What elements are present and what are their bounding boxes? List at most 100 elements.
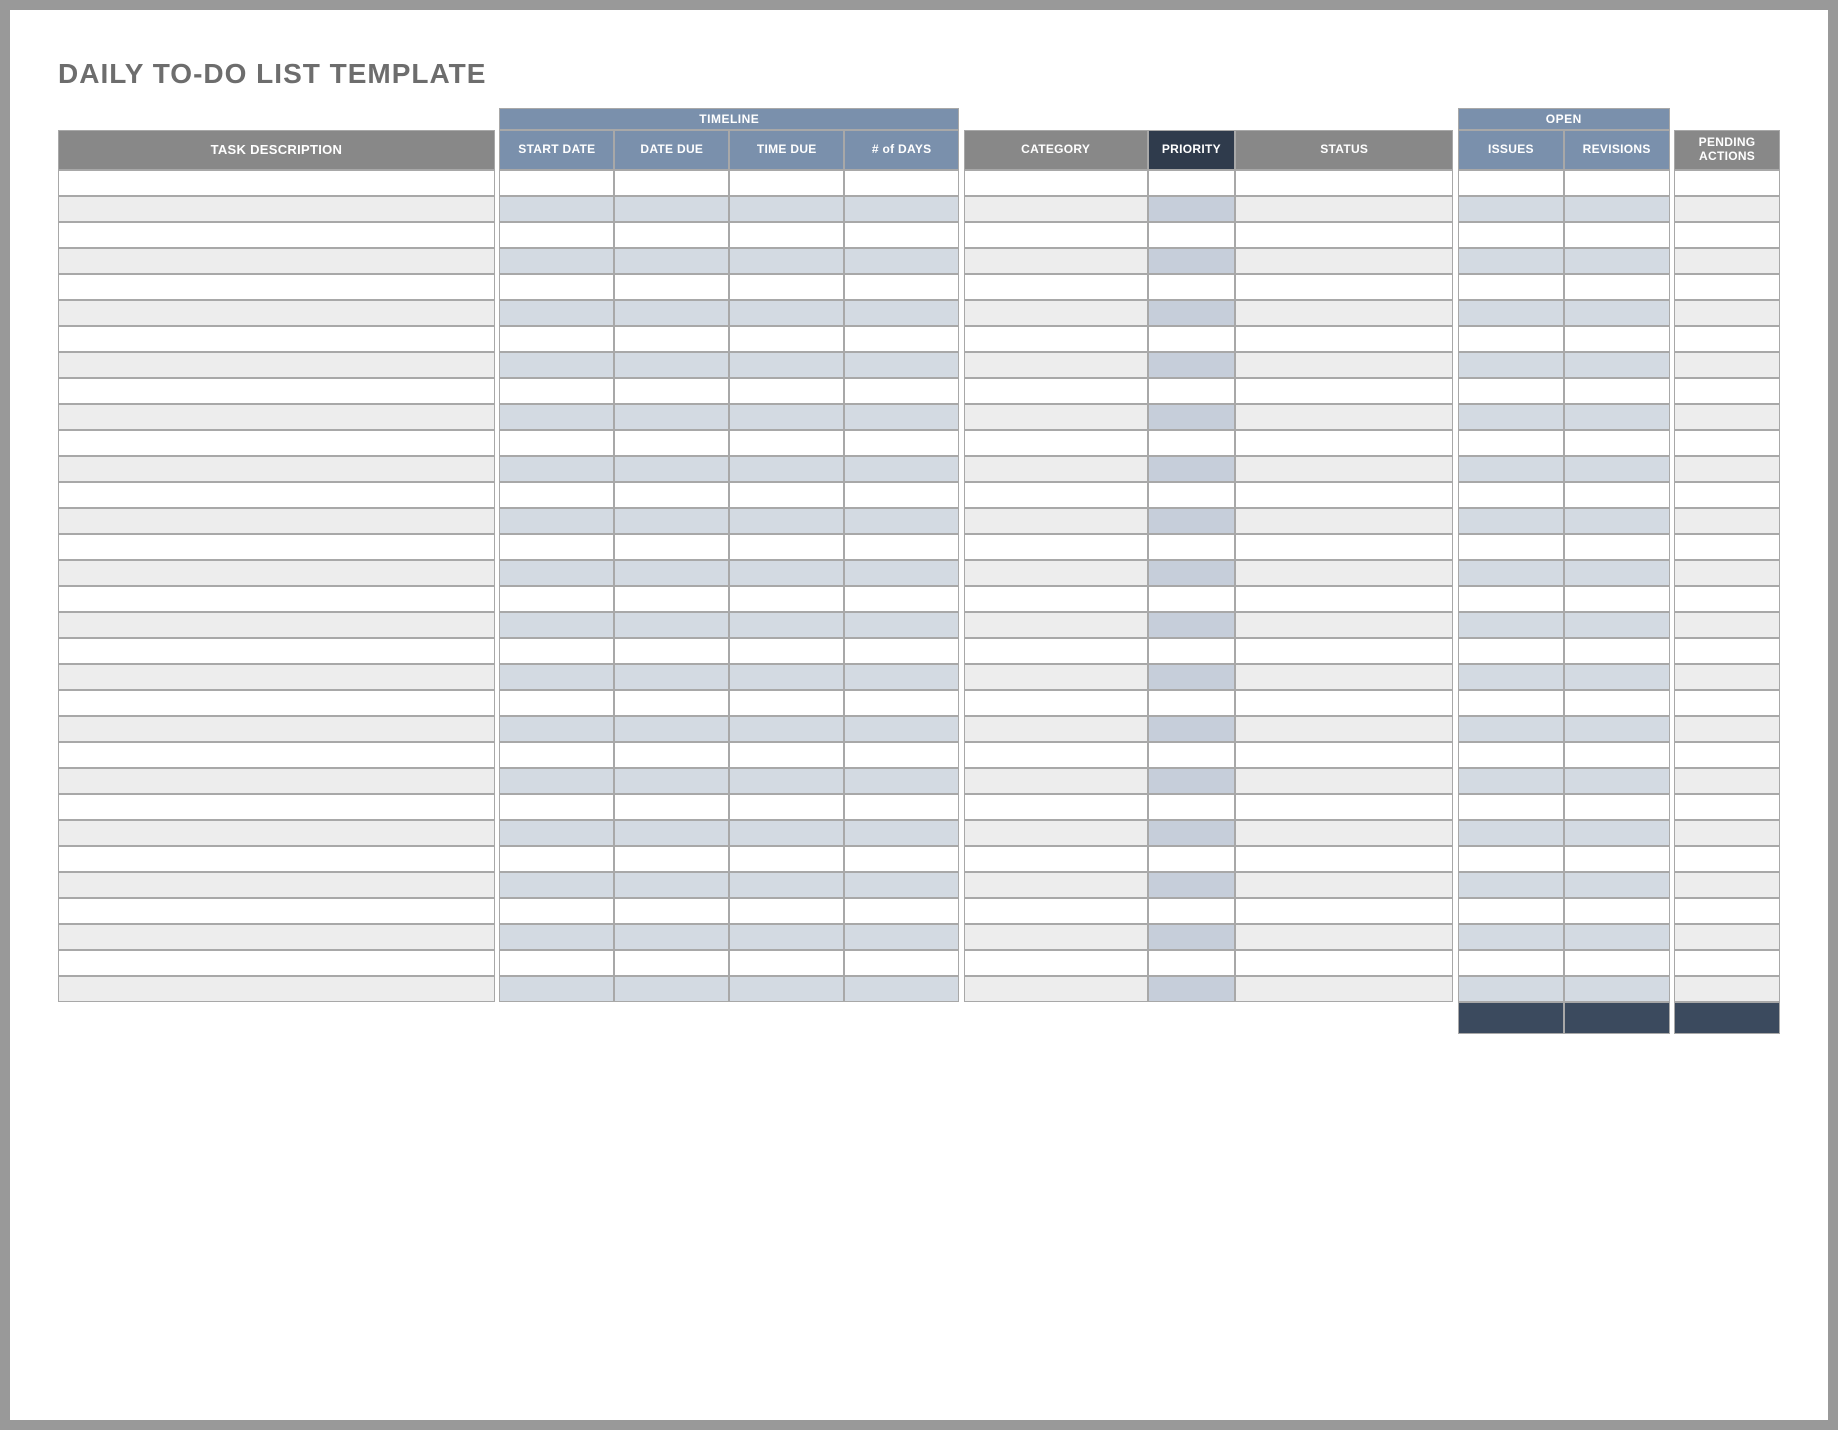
cell-status[interactable] [1235,742,1453,768]
cell-start-date[interactable] [499,222,614,248]
cell-category[interactable] [964,924,1148,950]
cell-revisions[interactable] [1564,534,1670,560]
cell-task-description[interactable] [58,924,495,950]
cell-revisions[interactable] [1564,404,1670,430]
cell-task-description[interactable] [58,586,495,612]
cell-category[interactable] [964,612,1148,638]
cell-num-days[interactable] [844,586,959,612]
cell-start-date[interactable] [499,508,614,534]
cell-pending-actions[interactable] [1674,482,1780,508]
cell-pending-actions[interactable] [1674,274,1780,300]
cell-date-due[interactable] [614,534,729,560]
cell-task-description[interactable] [58,560,495,586]
cell-task-description[interactable] [58,898,495,924]
cell-time-due[interactable] [729,222,844,248]
cell-start-date[interactable] [499,820,614,846]
cell-revisions[interactable] [1564,456,1670,482]
cell-start-date[interactable] [499,560,614,586]
cell-time-due[interactable] [729,378,844,404]
cell-start-date[interactable] [499,664,614,690]
cell-status[interactable] [1235,430,1453,456]
cell-category[interactable] [964,950,1148,976]
cell-pending-actions[interactable] [1674,196,1780,222]
cell-start-date[interactable] [499,300,614,326]
cell-start-date[interactable] [499,846,614,872]
cell-pending-actions[interactable] [1674,846,1780,872]
cell-status[interactable] [1235,612,1453,638]
cell-time-due[interactable] [729,924,844,950]
cell-task-description[interactable] [58,742,495,768]
cell-category[interactable] [964,378,1148,404]
cell-num-days[interactable] [844,560,959,586]
cell-date-due[interactable] [614,586,729,612]
cell-issues[interactable] [1458,248,1564,274]
cell-num-days[interactable] [844,612,959,638]
cell-num-days[interactable] [844,170,959,196]
cell-start-date[interactable] [499,378,614,404]
cell-priority[interactable] [1148,898,1235,924]
cell-pending-actions[interactable] [1674,352,1780,378]
cell-revisions[interactable] [1564,898,1670,924]
cell-pending-actions[interactable] [1674,248,1780,274]
cell-revisions[interactable] [1564,742,1670,768]
cell-num-days[interactable] [844,690,959,716]
cell-time-due[interactable] [729,898,844,924]
cell-start-date[interactable] [499,352,614,378]
cell-num-days[interactable] [844,300,959,326]
cell-priority[interactable] [1148,300,1235,326]
cell-category[interactable] [964,508,1148,534]
cell-priority[interactable] [1148,170,1235,196]
cell-status[interactable] [1235,872,1453,898]
cell-date-due[interactable] [614,794,729,820]
cell-pending-actions[interactable] [1674,222,1780,248]
cell-issues[interactable] [1458,378,1564,404]
cell-date-due[interactable] [614,716,729,742]
cell-time-due[interactable] [729,508,844,534]
cell-num-days[interactable] [844,768,959,794]
cell-num-days[interactable] [844,976,959,1002]
cell-category[interactable] [964,248,1148,274]
cell-date-due[interactable] [614,820,729,846]
cell-category[interactable] [964,560,1148,586]
cell-num-days[interactable] [844,638,959,664]
cell-start-date[interactable] [499,430,614,456]
cell-num-days[interactable] [844,508,959,534]
cell-issues[interactable] [1458,352,1564,378]
cell-priority[interactable] [1148,612,1235,638]
cell-issues[interactable] [1458,820,1564,846]
cell-revisions[interactable] [1564,716,1670,742]
cell-revisions[interactable] [1564,690,1670,716]
cell-issues[interactable] [1458,326,1564,352]
cell-num-days[interactable] [844,482,959,508]
cell-date-due[interactable] [614,950,729,976]
cell-date-due[interactable] [614,612,729,638]
cell-pending-actions[interactable] [1674,794,1780,820]
cell-pending-actions[interactable] [1674,326,1780,352]
cell-pending-actions[interactable] [1674,976,1780,1002]
cell-pending-actions[interactable] [1674,586,1780,612]
cell-num-days[interactable] [844,794,959,820]
cell-status[interactable] [1235,768,1453,794]
cell-num-days[interactable] [844,898,959,924]
cell-start-date[interactable] [499,768,614,794]
cell-pending-actions[interactable] [1674,534,1780,560]
cell-date-due[interactable] [614,326,729,352]
cell-issues[interactable] [1458,690,1564,716]
cell-pending-actions[interactable] [1674,508,1780,534]
cell-category[interactable] [964,586,1148,612]
cell-status[interactable] [1235,456,1453,482]
cell-num-days[interactable] [844,196,959,222]
cell-task-description[interactable] [58,872,495,898]
cell-revisions[interactable] [1564,508,1670,534]
cell-time-due[interactable] [729,976,844,1002]
cell-date-due[interactable] [614,248,729,274]
cell-status[interactable] [1235,534,1453,560]
cell-category[interactable] [964,456,1148,482]
cell-revisions[interactable] [1564,820,1670,846]
cell-issues[interactable] [1458,508,1564,534]
cell-num-days[interactable] [844,326,959,352]
cell-category[interactable] [964,430,1148,456]
cell-date-due[interactable] [614,898,729,924]
cell-priority[interactable] [1148,976,1235,1002]
cell-status[interactable] [1235,170,1453,196]
